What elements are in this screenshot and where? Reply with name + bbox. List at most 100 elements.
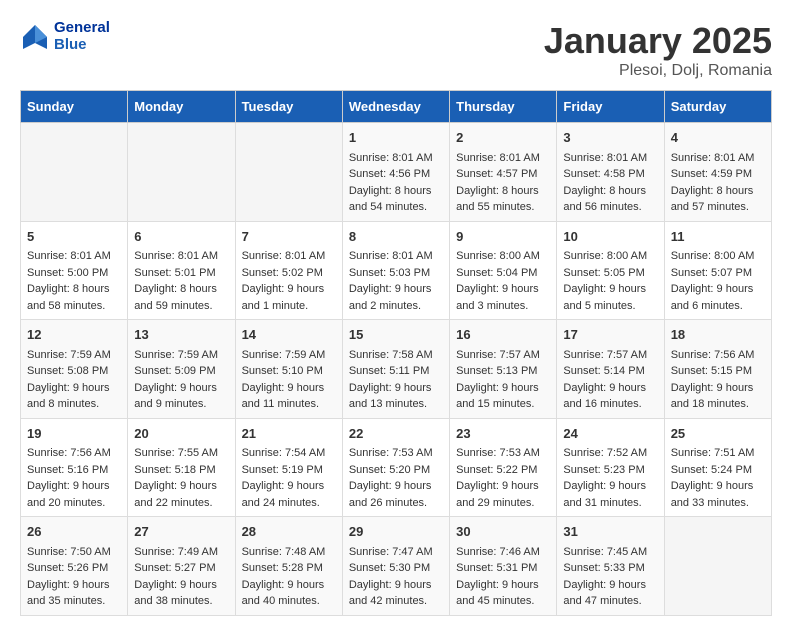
day-info-line: Sunset: 5:27 PM <box>134 560 228 577</box>
day-info-line: Daylight: 9 hours <box>456 577 550 594</box>
calendar-cell <box>235 123 342 222</box>
day-info-line: Sunset: 5:05 PM <box>563 265 657 282</box>
day-number: 24 <box>563 424 657 444</box>
day-info-line: Daylight: 9 hours <box>242 281 336 298</box>
day-number: 16 <box>456 325 550 345</box>
day-info-line: Sunset: 5:04 PM <box>456 265 550 282</box>
day-info-line: Sunrise: 8:01 AM <box>349 150 443 167</box>
day-info-line: Sunset: 4:59 PM <box>671 166 765 183</box>
day-number: 19 <box>27 424 121 444</box>
day-info-line: Daylight: 9 hours <box>563 478 657 495</box>
day-info-line: Daylight: 9 hours <box>563 577 657 594</box>
day-info-line: and 59 minutes. <box>134 298 228 315</box>
day-info-line: Sunrise: 7:59 AM <box>134 347 228 364</box>
day-info-line: Sunrise: 8:01 AM <box>456 150 550 167</box>
day-number: 31 <box>563 522 657 542</box>
day-info-line: Sunrise: 7:59 AM <box>242 347 336 364</box>
calendar-week-row: 1Sunrise: 8:01 AMSunset: 4:56 PMDaylight… <box>21 123 772 222</box>
day-info-line: Sunset: 5:18 PM <box>134 462 228 479</box>
day-info-line: Sunset: 5:33 PM <box>563 560 657 577</box>
day-info-line: Sunrise: 7:57 AM <box>456 347 550 364</box>
day-info-line: Sunrise: 8:01 AM <box>563 150 657 167</box>
calendar-cell: 5Sunrise: 8:01 AMSunset: 5:00 PMDaylight… <box>21 221 128 320</box>
day-info-line: and 31 minutes. <box>563 495 657 512</box>
day-info-line: Sunrise: 8:00 AM <box>671 248 765 265</box>
day-info-line: and 56 minutes. <box>563 199 657 216</box>
day-number: 20 <box>134 424 228 444</box>
day-info-line: and 18 minutes. <box>671 396 765 413</box>
day-info-line: Daylight: 9 hours <box>134 478 228 495</box>
calendar-cell: 13Sunrise: 7:59 AMSunset: 5:09 PMDayligh… <box>128 320 235 419</box>
day-info-line: and 40 minutes. <box>242 593 336 610</box>
weekday-header-tuesday: Tuesday <box>235 91 342 123</box>
calendar-cell: 20Sunrise: 7:55 AMSunset: 5:18 PMDayligh… <box>128 418 235 517</box>
day-info-line: Sunrise: 7:59 AM <box>27 347 121 364</box>
calendar-cell: 2Sunrise: 8:01 AMSunset: 4:57 PMDaylight… <box>450 123 557 222</box>
weekday-header-friday: Friday <box>557 91 664 123</box>
day-info-line: and 24 minutes. <box>242 495 336 512</box>
day-number: 25 <box>671 424 765 444</box>
day-info-line: Daylight: 9 hours <box>563 380 657 397</box>
day-info-line: Sunrise: 7:56 AM <box>671 347 765 364</box>
calendar-cell: 12Sunrise: 7:59 AMSunset: 5:08 PMDayligh… <box>21 320 128 419</box>
day-info-line: and 55 minutes. <box>456 199 550 216</box>
calendar-cell: 1Sunrise: 8:01 AMSunset: 4:56 PMDaylight… <box>342 123 449 222</box>
logo-text-blue: Blue <box>54 37 110 54</box>
day-info-line: Sunset: 5:30 PM <box>349 560 443 577</box>
day-number: 6 <box>134 227 228 247</box>
day-number: 12 <box>27 325 121 345</box>
calendar-cell: 7Sunrise: 8:01 AMSunset: 5:02 PMDaylight… <box>235 221 342 320</box>
calendar-cell <box>664 517 771 616</box>
day-info-line: Sunrise: 7:52 AM <box>563 445 657 462</box>
day-info-line: Sunset: 5:16 PM <box>27 462 121 479</box>
day-number: 15 <box>349 325 443 345</box>
day-info-line: Daylight: 9 hours <box>349 478 443 495</box>
day-number: 21 <box>242 424 336 444</box>
day-info-line: Daylight: 9 hours <box>563 281 657 298</box>
day-info-line: Sunset: 5:11 PM <box>349 363 443 380</box>
day-info-line: and 47 minutes. <box>563 593 657 610</box>
day-info-line: Daylight: 9 hours <box>671 380 765 397</box>
day-info-line: Sunrise: 7:49 AM <box>134 544 228 561</box>
day-info-line: and 22 minutes. <box>134 495 228 512</box>
day-info-line: Daylight: 8 hours <box>563 183 657 200</box>
day-info-line: Sunset: 4:56 PM <box>349 166 443 183</box>
day-number: 17 <box>563 325 657 345</box>
calendar-cell: 16 Sunrise: 7:57 AMSunset: 5:13 PMDayligh… <box>450 320 557 419</box>
day-info-line: and 5 minutes. <box>563 298 657 315</box>
day-info-line: and 2 minutes. <box>349 298 443 315</box>
day-info-line: Sunset: 5:13 PM <box>456 363 550 380</box>
calendar-cell: 15Sunrise: 7:58 AMSunset: 5:11 PMDayligh… <box>342 320 449 419</box>
day-number: 1 <box>349 128 443 148</box>
day-number: 23 <box>456 424 550 444</box>
day-info-line: Sunset: 5:08 PM <box>27 363 121 380</box>
calendar-cell: 24Sunrise: 7:52 AMSunset: 5:23 PMDayligh… <box>557 418 664 517</box>
day-info-line: Daylight: 9 hours <box>671 478 765 495</box>
day-info-line: Daylight: 9 hours <box>242 380 336 397</box>
day-info-line: Sunset: 4:58 PM <box>563 166 657 183</box>
page-header: General Blue January 2025 Plesoi, Dolj, … <box>20 20 772 80</box>
day-info-line: and 45 minutes. <box>456 593 550 610</box>
day-number: 2 <box>456 128 550 148</box>
day-info-line: Sunrise: 7:57 AM <box>563 347 657 364</box>
calendar-week-row: 5Sunrise: 8:01 AMSunset: 5:00 PMDaylight… <box>21 221 772 320</box>
day-info-line: Sunset: 5:26 PM <box>27 560 121 577</box>
calendar-cell: 27Sunrise: 7:49 AMSunset: 5:27 PMDayligh… <box>128 517 235 616</box>
day-info-line: Daylight: 8 hours <box>456 183 550 200</box>
day-info-line: Sunrise: 7:56 AM <box>27 445 121 462</box>
day-info-line: Sunrise: 8:01 AM <box>242 248 336 265</box>
day-info-line: Sunset: 5:22 PM <box>456 462 550 479</box>
day-info-line: and 57 minutes. <box>671 199 765 216</box>
day-info-line: Daylight: 9 hours <box>456 380 550 397</box>
day-info-line: Sunrise: 7:48 AM <box>242 544 336 561</box>
day-number: 26 <box>27 522 121 542</box>
calendar-cell: 3Sunrise: 8:01 AMSunset: 4:58 PMDaylight… <box>557 123 664 222</box>
day-info-line: and 35 minutes. <box>27 593 121 610</box>
day-number: 9 <box>456 227 550 247</box>
day-info-line: and 1 minute. <box>242 298 336 315</box>
calendar-cell: 10Sunrise: 8:00 AMSunset: 5:05 PMDayligh… <box>557 221 664 320</box>
day-info-line: Daylight: 9 hours <box>456 478 550 495</box>
day-info-line: and 54 minutes. <box>349 199 443 216</box>
calendar-week-row: 12Sunrise: 7:59 AMSunset: 5:08 PMDayligh… <box>21 320 772 419</box>
day-info-line: Daylight: 8 hours <box>134 281 228 298</box>
